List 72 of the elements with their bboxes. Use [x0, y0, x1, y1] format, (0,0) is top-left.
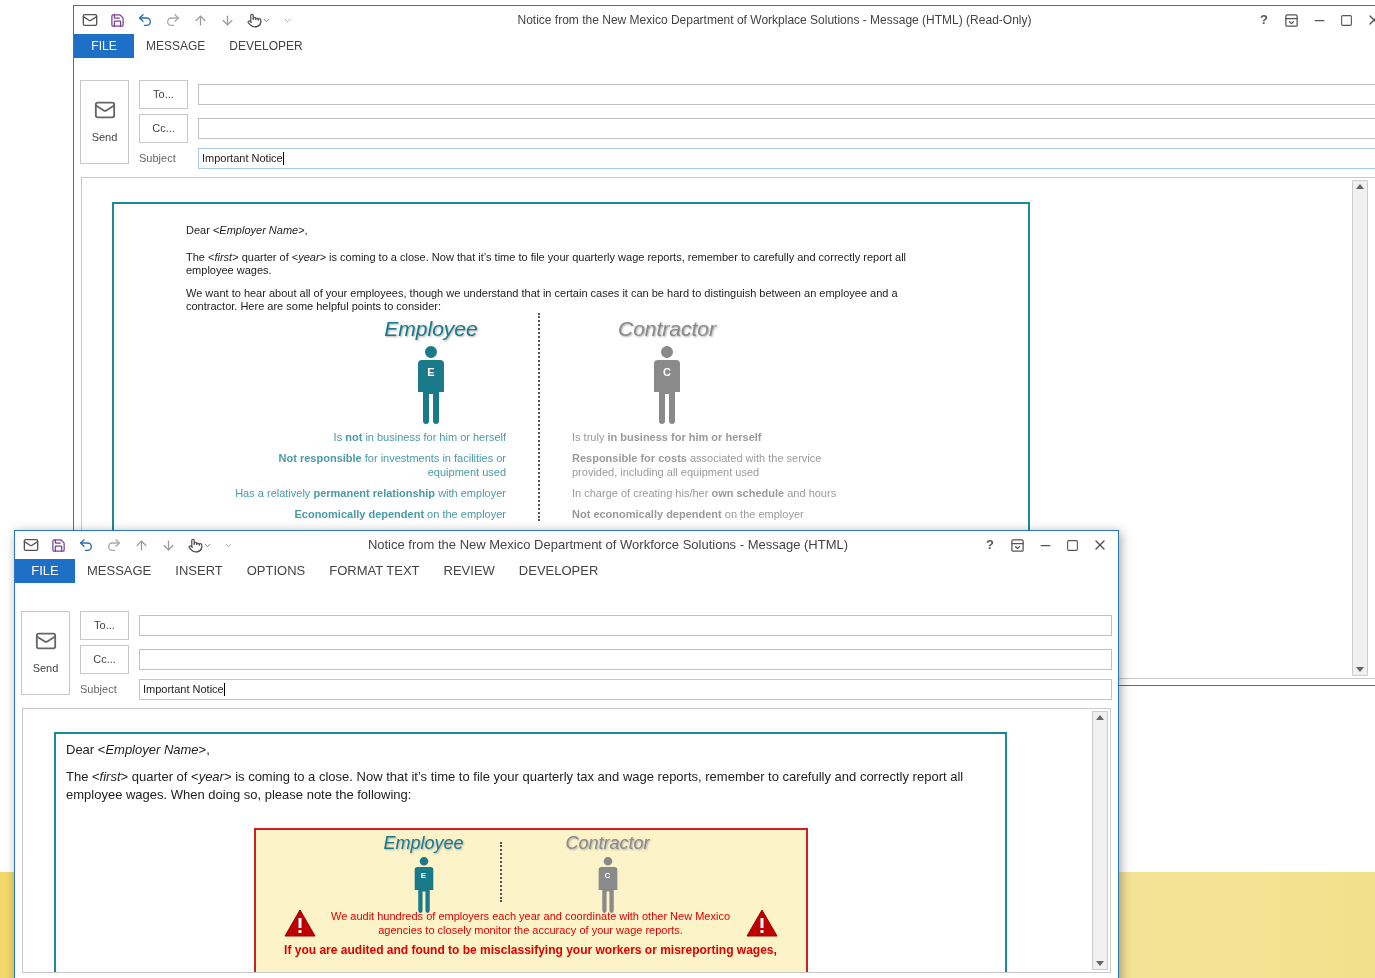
contractor-point: Not economically dependent on the employer [572, 507, 805, 521]
contractor-point: Responsible for costs associated with the service provided, including all equipment used [572, 451, 823, 479]
ribbon-tab[interactable]: OPTIONS [234, 561, 318, 581]
letter-paragraph: The <first> quarter of <year> is coming to a close. Now that it’s time to file your quarterly tax and wage reports, remember to carefully and correctly report all employee wages. When doing so, please note the following: [66, 767, 965, 804]
greeting: Dear <Employer Name>, [66, 741, 211, 759]
address-button[interactable]: To... [139, 80, 188, 109]
subject-label: Subject [139, 151, 177, 167]
ribbon-display-icon[interactable] [1010, 537, 1025, 553]
person-icon [415, 346, 447, 424]
ribbon-tab[interactable]: DEVELOPER [506, 561, 611, 581]
address-field[interactable] [198, 84, 1375, 105]
column-heading: Employee [384, 315, 478, 342]
undo-icon[interactable] [78, 537, 94, 553]
subject-field[interactable]: Important Notice [198, 148, 1375, 169]
ribbon-tab[interactable]: MESSAGE [134, 37, 218, 55]
employee-point: Is not in business for him or herself [332, 430, 506, 444]
figure-letter: C [603, 869, 612, 882]
figure-letter: C [662, 365, 672, 380]
touch-mode-icon[interactable] [247, 12, 271, 28]
subject-field[interactable]: Important Notice [139, 679, 1112, 700]
alert-text: If you are audited and found to be misclassifying your workers or misreporting wages, [283, 941, 778, 959]
help-button[interactable]: ? [1257, 10, 1271, 30]
envelope-icon[interactable] [82, 12, 98, 28]
down-arrow-icon[interactable] [161, 537, 176, 553]
warning-icon [283, 908, 316, 937]
address-button[interactable]: To... [80, 611, 129, 640]
letter-paragraph: The <first> quarter of <year> is coming to a close. Now that it’s time to file your quarterly wage reports, remember to carefully and correctly report all employee wages. [186, 250, 908, 277]
figure-letter: E [419, 869, 428, 882]
figure-letter: E [426, 365, 436, 380]
scroll-up-icon[interactable] [1356, 184, 1364, 189]
envelope-icon[interactable] [23, 537, 39, 553]
ribbon-tab[interactable]: INSERT [163, 561, 235, 581]
undo-icon[interactable] [137, 12, 153, 28]
greeting: Dear <Employer Name>, [186, 223, 309, 238]
touch-mode-icon[interactable] [188, 537, 212, 553]
address-field[interactable] [198, 118, 1375, 139]
column-heading: Contractor [617, 315, 716, 342]
address-field[interactable] [139, 615, 1112, 636]
scrollbar[interactable] [1352, 180, 1368, 676]
save-icon[interactable] [51, 537, 66, 553]
employee-point: Has a relatively permanent relationship with employer [234, 486, 506, 500]
ribbon-tab[interactable]: FORMAT TEXT [317, 561, 432, 581]
ribbon-display-icon[interactable] [1284, 12, 1299, 28]
letter-paragraph: We want to hear about all of your employees, though we understand that in certain cases it can be hard to distinguish between an employee and a contractor. Here are some helpful points to consider: [186, 286, 899, 313]
ribbon-tab[interactable]: REVIEW [431, 561, 507, 581]
address-button[interactable]: Cc... [139, 114, 188, 143]
ribbon-tab[interactable]: MESSAGE [75, 561, 164, 581]
scroll-up-icon[interactable] [1096, 715, 1104, 720]
column-heading: Contractor [565, 831, 650, 855]
warning-text: We audit hundreds of employers each year and coordinate with other New Mexico agencies to closely monitor the accuracy of your wage reports. [329, 908, 732, 937]
scroll-down-icon[interactable] [1096, 961, 1104, 966]
contractor-point: Is truly in business for him or herself [572, 430, 763, 444]
window-title: Notice from the New Mexico Department of Workplace Solutions - Message (HTML) (Read-Only) [516, 12, 1033, 29]
scroll-down-icon[interactable] [1356, 667, 1364, 672]
employee-point: Economically dependent on the employer [293, 507, 506, 521]
contractor-point: In charge of creating his/her own schedule and hours [572, 486, 838, 500]
help-button[interactable]: ? [983, 535, 997, 555]
column-heading: Employee [383, 831, 464, 855]
warning-icon [745, 908, 778, 937]
subject-label: Subject [80, 682, 118, 698]
window-title: Notice from the New Mexico Department of Workforce Solutions - Message (HTML) [366, 536, 850, 555]
scrollbar[interactable] [1092, 711, 1108, 970]
maximize-icon[interactable] [1066, 538, 1079, 552]
maximize-icon[interactable] [1340, 13, 1353, 27]
save-icon[interactable] [110, 12, 125, 28]
employee-point: Not responsible for investments in facilities or equipment used [277, 451, 506, 479]
ribbon-tab[interactable]: DEVELOPER [217, 37, 315, 55]
send-button[interactable]: Send [21, 611, 70, 695]
person-icon [651, 346, 683, 424]
send-button[interactable]: Send [80, 80, 129, 164]
address-field[interactable] [139, 649, 1112, 670]
address-button[interactable]: Cc... [80, 645, 129, 674]
